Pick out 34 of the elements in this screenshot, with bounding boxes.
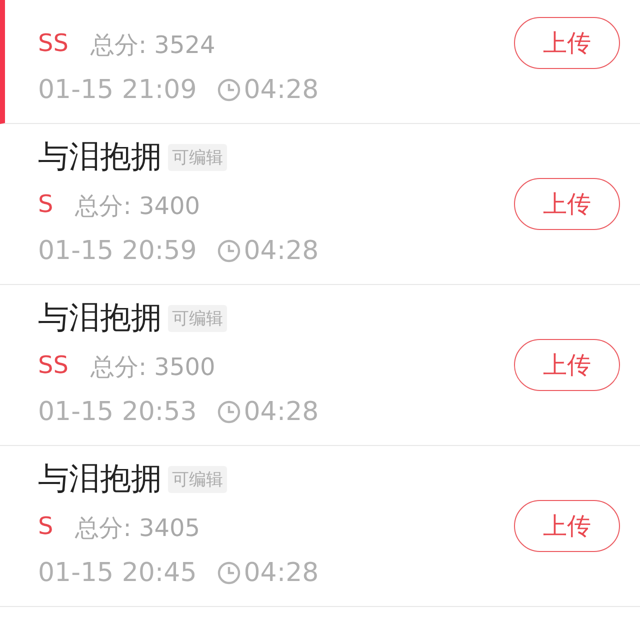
clock-icon [216, 78, 241, 102]
total-score: 总分: 3400 [75, 191, 200, 222]
duration: 04:28 [244, 558, 319, 588]
record-row[interactable]: 与泪抱拥 可编辑 S 总分: 3405 01-15 20:45 04:28 上传 [0, 446, 640, 607]
song-title: 与泪抱拥 [38, 138, 162, 177]
record-date: 01-15 20:53 [38, 397, 197, 427]
upload-button[interactable]: 上传 [514, 17, 620, 69]
song-title: 与泪抱拥 [38, 299, 162, 338]
grade-label: SS [38, 351, 68, 381]
duration: 04:28 [244, 75, 319, 105]
total-score: 总分: 3405 [75, 513, 200, 544]
grade-label: S [38, 512, 54, 542]
upload-button[interactable]: 上传 [514, 500, 620, 552]
duration: 04:28 [244, 397, 319, 427]
clock-icon [216, 239, 241, 263]
upload-button[interactable]: 上传 [514, 339, 620, 391]
record-row[interactable]: 与泪抱拥 可编辑 SS 总分: 3500 01-15 20:53 04:28 上传 [0, 285, 640, 446]
grade-label: S [38, 190, 54, 220]
editable-tag: 可编辑 [168, 144, 227, 170]
record-date: 01-15 20:45 [38, 558, 197, 588]
clock-icon [216, 561, 241, 585]
total-score: 总分: 3500 [90, 352, 216, 383]
upload-button[interactable]: 上传 [514, 178, 620, 230]
record-row[interactable]: 与泪抱拥 可编辑 S 总分: 3400 01-15 20:59 04:28 上传 [0, 124, 640, 285]
duration: 04:28 [244, 236, 319, 266]
clock-icon [216, 400, 241, 424]
editable-tag: 可编辑 [168, 304, 227, 332]
song-title: 与泪抱拥 [38, 460, 162, 499]
editable-tag: 可编辑 [168, 466, 227, 492]
total-score: 总分: 3524 [90, 30, 216, 61]
grade-label: SS [38, 29, 68, 59]
record-row[interactable]: SS 总分: 3524 01-15 21:09 04:28 上传 [0, 0, 640, 124]
record-date: 01-15 21:09 [38, 75, 197, 105]
record-date: 01-15 20:59 [38, 236, 197, 266]
